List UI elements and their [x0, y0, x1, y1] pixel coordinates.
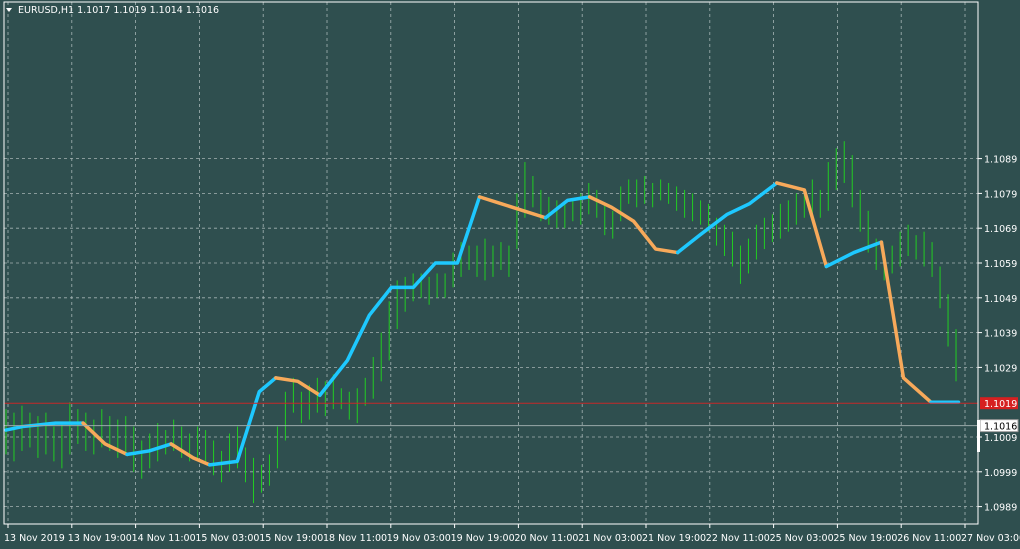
- chart-window: 1.1089 1.1079 1.1069 1.1059 1.1049 1.1039 1.10…: [0, 0, 1020, 549]
- last-price-label: 1.1016: [984, 422, 1017, 433]
- chart-header: EURUSD,H1 1.1017 1.1019 1.1014 1.1016: [6, 5, 219, 16]
- y-tick-label: 1.1039: [984, 329, 1017, 340]
- x-tick-label: 21 Nov 03:00: [578, 533, 642, 544]
- current-price-label: 1.1019: [984, 399, 1017, 410]
- y-tick-label: 1.1049: [984, 294, 1017, 305]
- x-tick-label: 27 Nov 03:00: [961, 533, 1020, 544]
- x-tick-label: 18 Nov 11:00: [323, 533, 387, 544]
- symbol-header: EURUSD,H1 1.1017 1.1019 1.1014 1.1016: [18, 5, 219, 16]
- x-tick-label: 13 Nov 19:00: [68, 533, 132, 544]
- x-tick-label: 15 Nov 03:00: [195, 533, 259, 544]
- y-tick-label: 1.0999: [984, 468, 1017, 479]
- y-tick-label: 1.1029: [984, 363, 1017, 374]
- x-tick-label: 20 Nov 11:00: [514, 533, 578, 544]
- x-tick-label: 22 Nov 11:00: [706, 533, 770, 544]
- x-tick-label: 13 Nov 2019: [4, 533, 65, 544]
- y-tick-label: 1.1009: [984, 433, 1017, 444]
- y-tick-label: 1.1089: [984, 155, 1017, 166]
- scroll-indicator[interactable]: [977, 420, 980, 452]
- x-tick-label: 19 Nov 03:00: [387, 533, 451, 544]
- x-tick-label: 19 Nov 19:00: [451, 533, 515, 544]
- y-tick-label: 1.0989: [984, 503, 1017, 514]
- price-chart: 1.1089 1.1079 1.1069 1.1059 1.1049 1.1039 1.10…: [0, 0, 1020, 549]
- x-tick-label: 14 Nov 11:00: [132, 533, 196, 544]
- y-tick-label: 1.1069: [984, 224, 1017, 235]
- chart-background: [0, 0, 1020, 549]
- y-tick-label: 1.1079: [984, 189, 1017, 200]
- x-tick-label: 25 Nov 19:00: [833, 533, 897, 544]
- x-tick-label: 26 Nov 11:00: [897, 533, 961, 544]
- x-tick-label: 21 Nov 19:00: [642, 533, 706, 544]
- x-tick-label: 15 Nov 19:00: [259, 533, 323, 544]
- y-tick-label: 1.1059: [984, 259, 1017, 270]
- x-tick-label: 25 Nov 03:00: [770, 533, 834, 544]
